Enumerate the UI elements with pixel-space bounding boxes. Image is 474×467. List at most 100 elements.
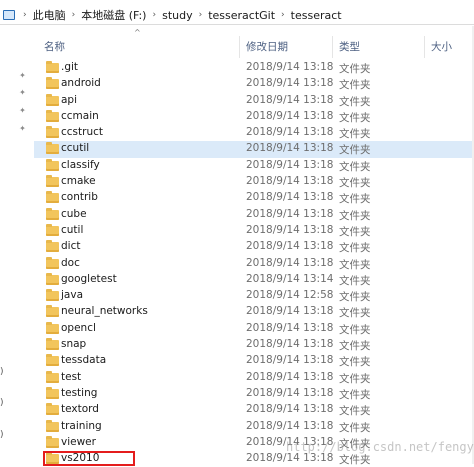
folder-icon [46, 370, 59, 383]
column-header-name[interactable]: 名称 [44, 39, 65, 54]
folder-icon [46, 354, 59, 367]
file-row[interactable]: textord 2018/9/14 13:18 文件夹 [34, 402, 474, 418]
folder-icon [46, 403, 59, 416]
file-modified-date: 2018/9/14 13:18 [246, 77, 334, 90]
breadcrumb-item-tesseractgit[interactable]: tesseractGit [208, 9, 275, 22]
file-row[interactable]: cutil 2018/9/14 13:18 文件夹 [34, 223, 474, 239]
file-row[interactable]: test 2018/9/14 13:18 文件夹 [34, 370, 474, 386]
pin-icon[interactable]: ✦ [18, 106, 27, 115]
file-name: viewer [61, 435, 96, 448]
file-row[interactable]: cube 2018/9/14 13:18 文件夹 [34, 207, 474, 223]
chevron-right-icon[interactable]: › [199, 10, 203, 20]
file-row[interactable]: .git 2018/9/14 13:18 文件夹 [34, 60, 474, 76]
file-type: 文件夹 [339, 388, 371, 401]
folder-icon [46, 223, 59, 236]
file-row[interactable]: contrib 2018/9/14 13:18 文件夹 [34, 190, 474, 206]
file-row[interactable]: doc 2018/9/14 13:18 文件夹 [34, 256, 474, 272]
file-row[interactable]: api 2018/9/14 13:18 文件夹 [34, 93, 474, 109]
folder-icon [46, 61, 59, 73]
folder-icon [46, 207, 59, 220]
column-divider[interactable] [332, 36, 333, 58]
column-header-date[interactable]: 修改日期 [246, 39, 288, 54]
file-row[interactable]: snap 2018/9/14 13:18 文件夹 [34, 337, 474, 353]
file-name: ccutil [61, 142, 90, 155]
folder-icon [46, 158, 59, 171]
breadcrumb-item-tesseract[interactable]: tesseract [291, 9, 342, 22]
chevron-right-icon[interactable]: › [152, 10, 156, 20]
file-row[interactable]: neural_networks 2018/9/14 13:18 文件夹 [34, 304, 474, 320]
file-modified-date: 2018/9/14 13:18 [246, 223, 334, 236]
file-type: 文件夹 [339, 225, 371, 238]
address-bar[interactable]: › 此电脑 › 本地磁盘 (F:) › study › tesseractGit… [0, 0, 474, 25]
folder-icon [46, 109, 59, 122]
file-modified-date: 2018/9/14 13:18 [246, 240, 334, 253]
column-divider[interactable] [239, 36, 240, 58]
pin-icon[interactable]: ✦ [18, 71, 27, 80]
file-type: 文件夹 [339, 356, 371, 369]
folder-icon [46, 77, 59, 90]
folder-icon [46, 191, 59, 204]
pin-icon[interactable]: ✦ [18, 124, 27, 133]
file-row[interactable]: java 2018/9/14 12:58 文件夹 [34, 288, 474, 304]
file-modified-date: 2018/9/14 13:18 [246, 93, 334, 106]
file-modified-date: 2018/9/14 13:18 [246, 419, 334, 432]
breadcrumb-item-study[interactable]: study [162, 9, 193, 22]
file-modified-date: 2018/9/14 13:18 [246, 305, 334, 318]
file-type: 文件夹 [339, 193, 371, 206]
file-type: 文件夹 [339, 128, 371, 141]
file-name: snap [61, 338, 87, 351]
file-row[interactable]: training 2018/9/14 13:18 文件夹 [34, 419, 474, 435]
folder-icon [46, 305, 59, 318]
file-modified-date: 2018/9/14 13:14 [246, 272, 334, 285]
file-list[interactable]: ^ 名称 修改日期 类型 大小 .git 2018/9/14 13:18 文件夹 an… [34, 26, 474, 467]
file-row[interactable]: testing 2018/9/14 13:18 文件夹 [34, 386, 474, 402]
file-name: cutil [61, 223, 84, 236]
file-name: dict [61, 240, 81, 253]
breadcrumb-item-drive[interactable]: 本地磁盘 (F:) [81, 7, 146, 23]
column-header-row: ^ 名称 修改日期 类型 大小 [34, 28, 474, 58]
breadcrumb: › 此电脑 › 本地磁盘 (F:) › study › tesseractGit… [0, 6, 474, 24]
file-type: 文件夹 [339, 160, 371, 173]
file-row[interactable]: android 2018/9/14 13:18 文件夹 [34, 76, 474, 92]
chevron-right-icon[interactable]: › [281, 10, 285, 20]
file-row[interactable]: tessdata 2018/9/14 13:18 文件夹 [34, 353, 474, 369]
column-header-size[interactable]: 大小 [431, 39, 452, 54]
file-name: cube [61, 207, 87, 220]
file-name: android [61, 77, 101, 90]
file-name: neural_networks [61, 305, 148, 318]
breadcrumb-item-this-pc[interactable]: 此电脑 [33, 7, 66, 23]
folder-icon [46, 126, 59, 139]
file-modified-date: 2018/9/14 13:18 [246, 61, 334, 73]
file-row[interactable]: ccstruct 2018/9/14 13:18 文件夹 [34, 125, 474, 141]
file-name: classify [61, 158, 100, 171]
pin-icon[interactable]: ✦ [18, 88, 27, 97]
file-type: 文件夹 [339, 95, 371, 108]
file-name: textord [61, 403, 99, 416]
file-name: ccmain [61, 109, 99, 122]
file-row[interactable]: dict 2018/9/14 13:18 文件夹 [34, 239, 474, 255]
folder-icon [46, 256, 59, 269]
file-modified-date: 2018/9/14 13:18 [246, 256, 334, 269]
file-type: 文件夹 [339, 258, 371, 271]
file-modified-date: 2018/9/14 13:18 [246, 126, 334, 139]
watermark-text: http://blog.csdn.net/fengyal [286, 440, 474, 454]
file-name: api [61, 93, 78, 106]
file-name: googletest [61, 272, 117, 285]
file-modified-date: 2018/9/14 12:58 [246, 289, 334, 302]
file-row[interactable]: classify 2018/9/14 13:18 文件夹 [34, 158, 474, 174]
column-header-type[interactable]: 类型 [339, 39, 360, 54]
file-type: 文件夹 [339, 144, 371, 157]
file-modified-date: 2018/9/14 13:18 [246, 109, 334, 122]
file-row[interactable]: ccmain 2018/9/14 13:18 文件夹 [34, 109, 474, 125]
file-name: opencl [61, 321, 96, 334]
file-row[interactable]: cmake 2018/9/14 13:18 文件夹 [34, 174, 474, 190]
chevron-right-icon[interactable]: › [23, 10, 27, 20]
chevron-right-icon[interactable]: › [72, 10, 76, 20]
file-type: 文件夹 [339, 405, 371, 418]
file-rows: .git 2018/9/14 13:18 文件夹 android 2018/9/14 1… [34, 60, 474, 467]
file-row[interactable]: googletest 2018/9/14 13:14 文件夹 [34, 272, 474, 288]
file-row[interactable]: opencl 2018/9/14 13:18 文件夹 [34, 321, 474, 337]
folder-icon [46, 435, 59, 448]
column-divider[interactable] [424, 36, 425, 58]
file-row[interactable]: ccutil 2018/9/14 13:18 文件夹 [34, 141, 474, 158]
